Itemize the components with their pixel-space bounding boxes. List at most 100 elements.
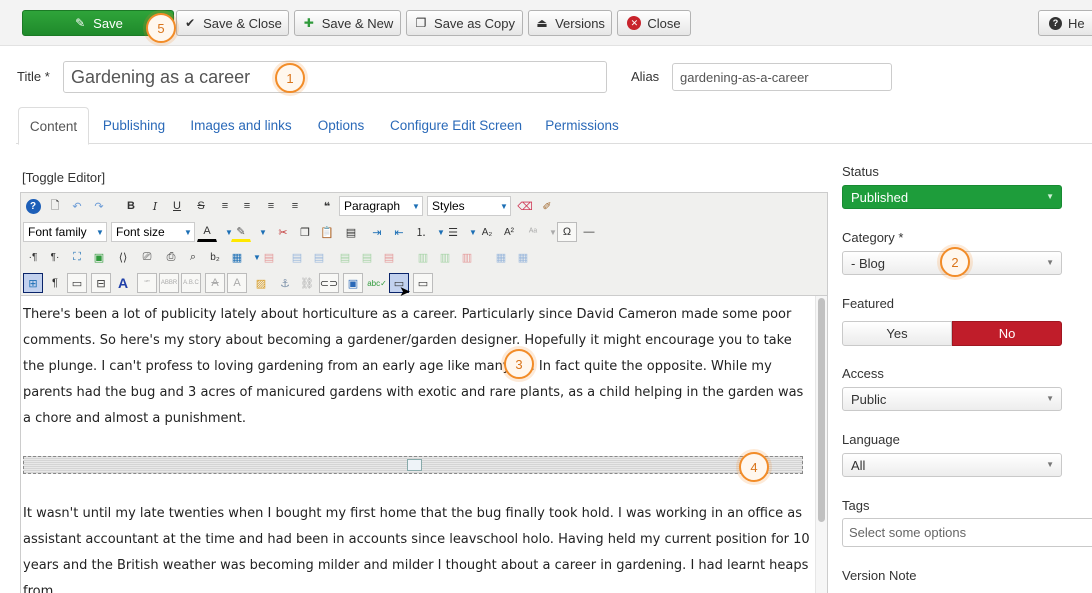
- tab-configure-edit-screen[interactable]: Configure Edit Screen: [386, 107, 526, 144]
- abbr-icon[interactable]: ABBR: [159, 273, 179, 293]
- paste-icon[interactable]: 📋: [317, 222, 337, 242]
- delete-col-icon[interactable]: ▥: [457, 247, 477, 267]
- status-select[interactable]: Published ▼: [842, 185, 1062, 209]
- blockquote-icon[interactable]: ❝: [317, 196, 337, 216]
- row-props-icon[interactable]: ▤: [287, 247, 307, 267]
- delete-table-icon[interactable]: ▤: [259, 247, 279, 267]
- outdent-icon[interactable]: ⇤: [389, 222, 409, 242]
- paste-text-icon[interactable]: ▤: [341, 222, 361, 242]
- undo-icon[interactable]: ↶: [67, 196, 87, 216]
- editor-content[interactable]: There's been a lot of publicity lately a…: [20, 296, 828, 593]
- styleprops-icon[interactable]: A: [113, 273, 133, 293]
- save-copy-button[interactable]: ❐ Save as Copy: [406, 10, 523, 36]
- versions-button[interactable]: ⏏ Versions: [528, 10, 612, 36]
- attribs-icon[interactable]: ▨: [251, 273, 271, 293]
- delete-row-icon[interactable]: ▤: [379, 247, 399, 267]
- quote-icon[interactable]: “”: [137, 273, 157, 293]
- unlink-icon[interactable]: ⛓: [297, 273, 317, 293]
- cut-icon[interactable]: ✂: [273, 222, 293, 242]
- align-justify-icon[interactable]: ≡: [215, 196, 235, 216]
- del-icon[interactable]: A: [205, 273, 225, 293]
- numbered-list-icon[interactable]: ⒈: [411, 222, 431, 242]
- language-value: All: [851, 457, 866, 473]
- nonbreaking-icon[interactable]: ▭: [67, 273, 87, 293]
- link-icon[interactable]: ⊂⊃: [319, 273, 339, 293]
- ltr-icon[interactable]: ·¶: [23, 247, 43, 267]
- show-blocks-icon[interactable]: ¶: [45, 273, 65, 293]
- ins-icon[interactable]: A: [227, 273, 247, 293]
- tab-publishing[interactable]: Publishing: [98, 107, 170, 144]
- insert-col-before-icon[interactable]: ▥: [413, 247, 433, 267]
- highlight-icon[interactable]: ✎: [231, 222, 251, 242]
- fullscreen-icon[interactable]: ⛶: [67, 247, 87, 267]
- alias-input[interactable]: gardening-as-a-career: [672, 63, 892, 91]
- insert-row-after-icon[interactable]: ▤: [357, 247, 377, 267]
- superscript-icon[interactable]: A²: [499, 222, 519, 242]
- code-icon[interactable]: ⟨⟩: [113, 247, 133, 267]
- save-new-button[interactable]: ✚ Save & New: [294, 10, 401, 36]
- font-family-select[interactable]: Font family ▼: [23, 222, 107, 242]
- subscript-icon[interactable]: A₂: [477, 222, 497, 242]
- insert-col-after-icon[interactable]: ▥: [435, 247, 455, 267]
- underline-icon[interactable]: U: [167, 196, 187, 216]
- tab-images-links[interactable]: Images and links: [186, 107, 296, 144]
- styles-select[interactable]: Styles ▼: [427, 196, 511, 216]
- align-center-icon[interactable]: ≡: [237, 196, 257, 216]
- spellcheck-icon[interactable]: abc✓: [367, 273, 387, 293]
- insert-row-before-icon[interactable]: ▤: [335, 247, 355, 267]
- split-cells-icon[interactable]: ▦: [491, 247, 511, 267]
- insert-image-icon[interactable]: ▣: [343, 273, 363, 293]
- preview-icon[interactable]: ⎚: [137, 247, 157, 267]
- case-icon[interactable]: ᴬᵃ: [523, 222, 543, 242]
- language-select[interactable]: All ▼: [842, 453, 1062, 477]
- title-input[interactable]: Gardening as a career: [63, 61, 607, 93]
- help-icon[interactable]: ?: [23, 196, 43, 216]
- cleanup-brush-icon[interactable]: ✐: [537, 196, 557, 216]
- italic-icon[interactable]: I: [145, 196, 165, 216]
- eraser-icon[interactable]: ⌫: [515, 196, 535, 216]
- access-select[interactable]: Public ▼: [842, 387, 1062, 411]
- pagebreak-icon[interactable]: ⊟: [91, 273, 111, 293]
- horizontal-rule-icon[interactable]: —: [579, 222, 599, 242]
- acronym-icon[interactable]: A.B.C: [181, 273, 201, 293]
- redo-icon[interactable]: ↷: [89, 196, 109, 216]
- template-icon[interactable]: ▭: [413, 273, 433, 293]
- visual-aid-icon[interactable]: ⊞: [23, 273, 43, 293]
- check-icon: ✔: [185, 16, 196, 30]
- table-insert-icon[interactable]: ▦: [227, 247, 247, 267]
- featured-no-button[interactable]: No: [952, 321, 1062, 346]
- toggle-editor-link[interactable]: [Toggle Editor]: [22, 170, 105, 185]
- text-color-icon[interactable]: A: [197, 222, 217, 242]
- chevron-down-icon[interactable]: ▼: [253, 222, 273, 242]
- find-icon[interactable]: ⌕: [183, 247, 203, 267]
- scrollbar-thumb[interactable]: [818, 298, 825, 522]
- close-button[interactable]: ✕ Close: [617, 10, 691, 36]
- replace-icon[interactable]: b₂: [205, 247, 225, 267]
- bold-icon[interactable]: B: [121, 196, 141, 216]
- anchor-icon[interactable]: ⚓: [275, 273, 295, 293]
- featured-yes-button[interactable]: Yes: [842, 321, 952, 346]
- cell-props-icon[interactable]: ▤: [309, 247, 329, 267]
- special-char-icon[interactable]: Ω: [557, 222, 577, 242]
- tags-input[interactable]: Select some options: [842, 518, 1092, 547]
- bullet-list-icon[interactable]: ☰: [443, 222, 463, 242]
- strikethrough-icon[interactable]: S: [191, 196, 211, 216]
- readmore-separator[interactable]: [23, 456, 803, 474]
- rtl-icon[interactable]: ¶·: [45, 247, 65, 267]
- format-select[interactable]: Paragraph ▼: [339, 196, 423, 216]
- tab-options[interactable]: Options: [312, 107, 370, 144]
- font-size-select[interactable]: Font size ▼: [111, 222, 195, 242]
- save-close-button[interactable]: ✔ Save & Close: [176, 10, 289, 36]
- merge-cells-icon[interactable]: ▦: [513, 247, 533, 267]
- tab-permissions[interactable]: Permissions: [540, 107, 624, 144]
- align-right-icon[interactable]: ≡: [285, 196, 305, 216]
- help-button[interactable]: ? He: [1038, 10, 1092, 36]
- indent-icon[interactable]: ⇥: [367, 222, 387, 242]
- image-icon[interactable]: ▣: [89, 247, 109, 267]
- editor-scrollbar[interactable]: [815, 296, 827, 593]
- copy-icon[interactable]: ❐: [295, 222, 315, 242]
- new-document-icon[interactable]: 🗋: [45, 196, 65, 216]
- print-icon[interactable]: ⎙: [161, 247, 181, 267]
- align-left-icon[interactable]: ≡: [261, 196, 281, 216]
- tab-content[interactable]: Content: [18, 107, 89, 145]
